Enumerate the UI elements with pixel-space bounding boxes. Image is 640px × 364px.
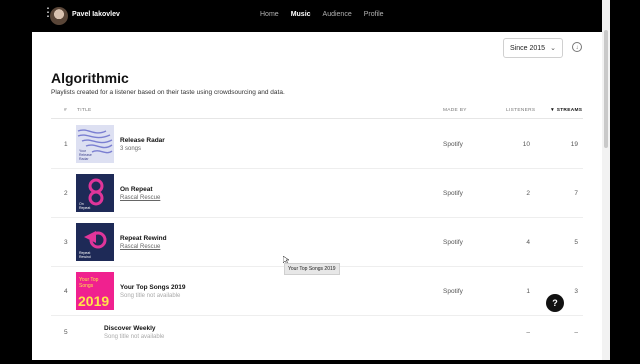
row-number: 5: [64, 329, 68, 336]
row-listeners: –: [526, 329, 530, 336]
row-streams: 7: [574, 190, 578, 197]
svg-text:Radar: Radar: [79, 157, 89, 161]
help-button[interactable]: ?: [546, 294, 564, 312]
table-row[interactable]: 1 Your Release Radar Release Radar 3 son…: [51, 120, 583, 169]
repeat-rewind-cover: Repeat Rewind: [76, 223, 114, 261]
row-listeners: 10: [522, 141, 530, 148]
username[interactable]: Pavel Iakovlev: [72, 11, 120, 18]
col-made-by: MADE BY: [443, 108, 467, 113]
row-subtitle: Song title not available: [120, 293, 181, 299]
row-listeners: 4: [526, 239, 530, 246]
row-subtitle: 3 songs: [120, 146, 142, 152]
row-number: 2: [64, 190, 68, 197]
row-made-by: Spotify: [443, 239, 463, 246]
top-songs-2019-cover: Your Top Songs 2019: [76, 272, 114, 310]
row-number: 1: [64, 141, 68, 148]
header-divider: [51, 118, 583, 119]
nav-home[interactable]: Home: [260, 11, 279, 18]
svg-text:Rewind: Rewind: [79, 255, 91, 259]
row-streams: 5: [574, 239, 578, 246]
release-radar-cover: Your Release Radar: [76, 125, 114, 163]
row-title[interactable]: Release Radar: [120, 137, 165, 144]
row-streams: 19: [570, 141, 578, 148]
col-title: TITLE: [77, 108, 92, 113]
svg-text:Repeat: Repeat: [79, 206, 90, 210]
content-panel: Since 2015 ⌄ ↓ Algorithmic Playlists cre…: [32, 32, 602, 360]
row-title[interactable]: Your Top Songs 2019: [120, 284, 186, 291]
more-options-icon[interactable]: ⋮: [42, 6, 54, 22]
table-row[interactable]: 2 On Repeat On Repeat Rascal Rescue Spot…: [51, 169, 583, 218]
nav-music[interactable]: Music: [291, 11, 311, 18]
row-streams: –: [574, 329, 578, 336]
top-bar: ⋮ Pavel Iakovlev Home Music Audience Pro…: [32, 0, 602, 32]
row-title[interactable]: On Repeat: [120, 186, 153, 193]
nav-profile[interactable]: Profile: [364, 11, 384, 18]
table-row[interactable]: 3 Repeat Rewind Repeat Rewind Rascal Res…: [51, 218, 583, 267]
avatar[interactable]: [50, 7, 68, 25]
table-row[interactable]: 5 Discover Weekly Song title not availab…: [51, 316, 583, 364]
col-num: #: [64, 108, 67, 113]
row-artist-link[interactable]: Rascal Rescue: [120, 244, 160, 250]
row-artist-link[interactable]: Rascal Rescue: [120, 195, 160, 201]
row-title[interactable]: Repeat Rewind: [120, 235, 167, 242]
download-icon[interactable]: ↓: [572, 42, 582, 52]
page-subtitle: Playlists created for a listener based o…: [51, 89, 285, 96]
scrollbar-thumb[interactable]: [604, 30, 608, 148]
col-listeners[interactable]: LISTENERS: [506, 108, 535, 113]
svg-text:2019: 2019: [78, 293, 109, 309]
row-streams: 3: [574, 288, 578, 295]
right-edge: [610, 0, 640, 360]
page-title: Algorithmic: [51, 70, 129, 86]
row-number: 3: [64, 239, 68, 246]
nav-audience[interactable]: Audience: [323, 11, 352, 18]
row-made-by: Spotify: [443, 190, 463, 197]
row-listeners: 1: [526, 288, 530, 295]
since-dropdown[interactable]: Since 2015 ⌄: [503, 38, 563, 58]
row-number: 4: [64, 288, 68, 295]
row-title[interactable]: Discover Weekly: [104, 325, 156, 332]
col-streams[interactable]: ▼ STREAMS: [550, 108, 582, 113]
row-subtitle: Song title not available: [104, 334, 165, 340]
svg-text:Songs: Songs: [79, 283, 94, 289]
chevron-down-icon: ⌄: [550, 45, 556, 52]
row-made-by: Spotify: [443, 288, 463, 295]
main-nav: Home Music Audience Profile: [260, 11, 384, 18]
sort-desc-icon: ▼: [550, 108, 556, 113]
since-value: Since 2015: [510, 45, 546, 52]
on-repeat-cover: On Repeat: [76, 174, 114, 212]
tooltip: Your Top Songs 2019: [284, 263, 340, 275]
row-listeners: 2: [526, 190, 530, 197]
row-made-by: Spotify: [443, 141, 463, 148]
